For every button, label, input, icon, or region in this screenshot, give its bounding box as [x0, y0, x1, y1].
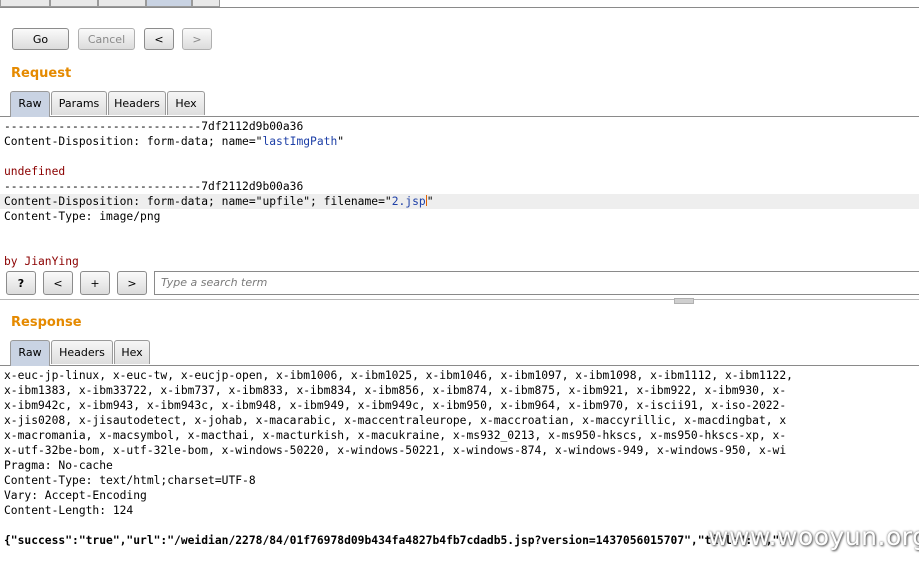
top-tab-active[interactable]: [146, 0, 192, 7]
tab-hex[interactable]: Hex: [114, 340, 150, 364]
search-input[interactable]: Type a search term: [154, 271, 919, 295]
json-response-line: {"success":"true","url":"/weidian/2278/8…: [4, 534, 787, 547]
request-body[interactable]: -----------------------------7df2112d9b0…: [4, 119, 434, 269]
watermark: www.wooyun.org: [708, 522, 919, 551]
forward-button[interactable]: >: [182, 28, 212, 50]
back-button[interactable]: <: [144, 28, 174, 50]
request-title: Request: [11, 66, 72, 81]
boundary-line: -----------------------------7df2112d9b0…: [4, 120, 304, 133]
response-body[interactable]: x-euc-jp-linux, x-euc-tw, x-eucjp-open, …: [4, 368, 793, 548]
search-prev-button[interactable]: <: [43, 271, 73, 295]
tab-raw[interactable]: Raw: [10, 340, 50, 366]
tab-headers[interactable]: Headers: [51, 340, 113, 364]
boundary-line: -----------------------------7df2112d9b0…: [4, 180, 304, 193]
tab-hex[interactable]: Hex: [167, 91, 205, 115]
tab-params[interactable]: Params: [51, 91, 107, 115]
top-tab[interactable]: [192, 0, 220, 7]
response-tabbar: Raw Headers Hex: [0, 340, 919, 366]
search-next-button[interactable]: >: [117, 271, 147, 295]
request-tabbar: Raw Params Headers Hex: [0, 91, 919, 117]
top-tab[interactable]: [0, 0, 50, 7]
response-title: Response: [11, 315, 82, 330]
top-tab-strip: [0, 0, 919, 8]
search-add-button[interactable]: +: [80, 271, 110, 295]
splitter-grip[interactable]: [674, 298, 694, 304]
pane-splitter[interactable]: [0, 299, 919, 300]
cancel-button[interactable]: Cancel: [78, 28, 135, 50]
go-button[interactable]: Go: [12, 28, 69, 50]
tab-raw[interactable]: Raw: [10, 91, 50, 117]
help-button[interactable]: ?: [6, 271, 36, 295]
top-tab[interactable]: [50, 0, 98, 7]
top-tab[interactable]: [98, 0, 146, 7]
tab-headers[interactable]: Headers: [108, 91, 166, 115]
